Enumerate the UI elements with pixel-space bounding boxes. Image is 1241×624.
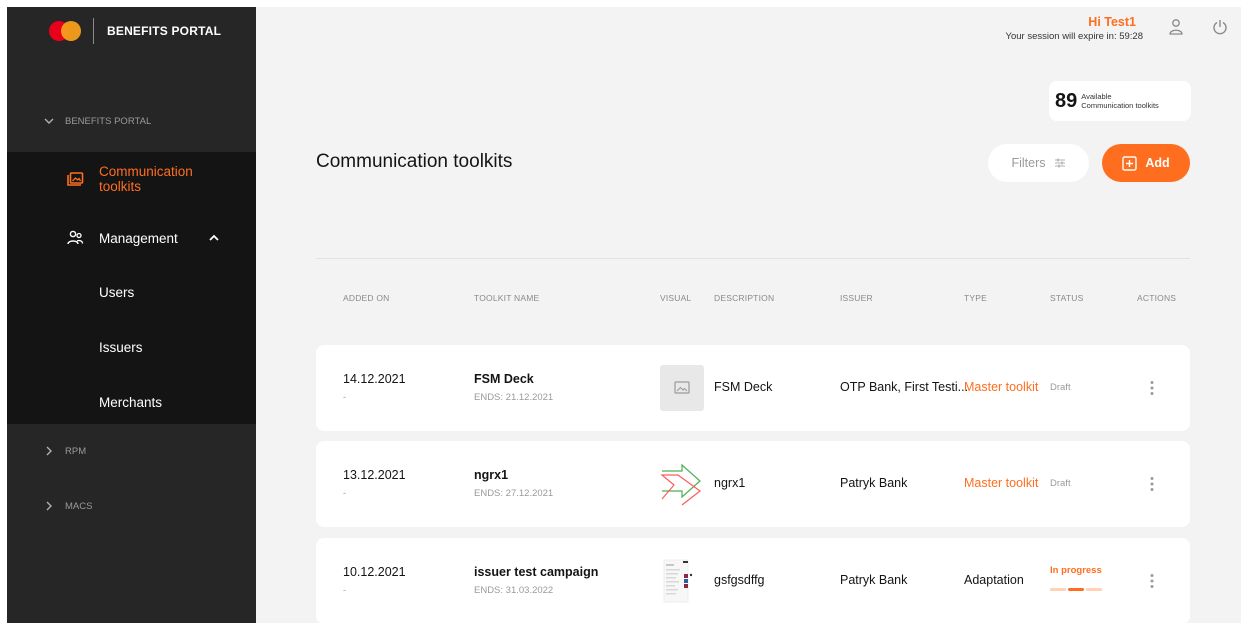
- filters-label: Filters: [1011, 156, 1046, 170]
- sliders-icon: [1054, 158, 1065, 168]
- row-issuer: Patryk Bank: [840, 476, 908, 490]
- row-ends-date: ENDS: 31.03.2022: [474, 585, 554, 596]
- row-ends-date: ENDS: 27.12.2021: [474, 488, 554, 499]
- row-added-on: 10.12.2021: [343, 565, 406, 579]
- status-progress-indicator: [1050, 588, 1104, 591]
- row-added-sub: -: [343, 392, 346, 402]
- row-issuer: Patryk Bank: [840, 573, 908, 587]
- section-macs-label: MACS: [65, 500, 93, 512]
- folder-image-icon: [67, 172, 84, 186]
- user-icon[interactable]: [1168, 18, 1184, 36]
- row-toolkit-name[interactable]: FSM Deck: [474, 372, 534, 386]
- status-badge: Draft: [1050, 478, 1071, 489]
- user-greeting: Hi Test1: [1088, 15, 1136, 29]
- power-icon[interactable]: [1212, 18, 1228, 36]
- available-label-line1: Available: [1081, 92, 1112, 101]
- sidebar: BENEFITS PORTAL BENEFITS PORTAL Communic…: [7, 7, 256, 623]
- available-label: Available Communication toolkits: [1081, 92, 1159, 110]
- row-type: Adaptation: [964, 573, 1024, 587]
- page-title: Communication toolkits: [316, 151, 513, 172]
- logo-divider: [93, 18, 94, 44]
- row-ends-date: ENDS: 21.12.2021: [474, 392, 554, 403]
- col-header-actions: ACTIONS: [1137, 293, 1177, 303]
- progress-step: [1086, 588, 1102, 591]
- col-header-description[interactable]: DESCRIPTION: [714, 293, 774, 303]
- arrow-graphic: [660, 463, 701, 506]
- benefits-portal-menu: Communication toolkits Management Users …: [7, 152, 256, 424]
- brand-title: BENEFITS PORTAL: [107, 24, 222, 38]
- status-badge: Draft: [1050, 382, 1071, 393]
- col-header-type[interactable]: TYPE: [964, 293, 987, 303]
- sidebar-item-merchants[interactable]: Merchants: [99, 395, 162, 410]
- more-vertical-icon[interactable]: [1149, 476, 1155, 492]
- filters-button[interactable]: Filters: [988, 144, 1089, 182]
- col-header-visual: VISUAL: [660, 293, 692, 303]
- row-toolkit-name[interactable]: ngrx1: [474, 468, 508, 482]
- plus-square-icon: [1122, 155, 1138, 171]
- sidebar-item-issuers[interactable]: Issuers: [99, 340, 143, 355]
- table-row[interactable]: 10.12.2021 - issuer test campaign ENDS: …: [316, 538, 1190, 624]
- row-description: FSM Deck: [714, 380, 773, 394]
- brand-header[interactable]: BENEFITS PORTAL: [7, 7, 256, 55]
- sidebar-item-management[interactable]: Management: [7, 228, 256, 248]
- more-vertical-icon[interactable]: [1149, 380, 1155, 396]
- available-label-line2: Communication toolkits: [1081, 101, 1159, 110]
- sidebar-item-users[interactable]: Users: [99, 285, 134, 300]
- progress-step: [1050, 588, 1066, 591]
- row-added-sub: -: [343, 585, 346, 595]
- row-type: Master toolkit: [964, 476, 1039, 490]
- image-placeholder-icon: [660, 365, 704, 411]
- col-header-added-on[interactable]: ADDED ON: [343, 293, 389, 303]
- add-label: Add: [1145, 156, 1170, 170]
- document-thumbnail: [663, 559, 693, 603]
- users-icon: [67, 230, 84, 245]
- mastercard-logo: [49, 21, 83, 41]
- row-description: gsfgsdffg: [714, 573, 765, 587]
- col-header-toolkit-name[interactable]: TOOLKIT NAME: [474, 293, 539, 303]
- chevron-right-icon: [46, 446, 52, 456]
- chevron-right-icon: [46, 501, 52, 511]
- section-benefits-portal[interactable]: BENEFITS PORTAL: [7, 111, 256, 131]
- section-macs[interactable]: MACS: [7, 496, 256, 516]
- sidebar-item-communication-toolkits[interactable]: Communication toolkits: [7, 164, 256, 194]
- available-toolkits-card: 89 Available Communication toolkits: [1049, 81, 1191, 121]
- row-description: ngrx1: [714, 476, 746, 490]
- row-type: Master toolkit: [964, 380, 1039, 394]
- sidebar-item-communication-toolkits-label: Communication toolkits: [99, 164, 193, 194]
- col-header-status[interactable]: STATUS: [1050, 293, 1083, 303]
- chevron-down-icon: [44, 118, 54, 124]
- row-added-on: 13.12.2021: [343, 468, 406, 482]
- row-added-on: 14.12.2021: [343, 372, 406, 386]
- add-button[interactable]: Add: [1102, 144, 1190, 182]
- row-toolkit-name[interactable]: issuer test campaign: [474, 565, 598, 579]
- status-badge: In progress: [1050, 565, 1102, 576]
- table-row[interactable]: 14.12.2021 - FSM Deck ENDS: 21.12.2021 F…: [316, 345, 1190, 431]
- row-issuer: OTP Bank, First Testi...: [840, 380, 969, 394]
- header-divider: [316, 258, 1190, 259]
- section-benefits-portal-label: BENEFITS PORTAL: [65, 115, 152, 127]
- available-count: 89: [1055, 89, 1078, 112]
- sidebar-item-management-label: Management: [99, 230, 178, 246]
- session-timer: Your session will expire in: 59:28: [1005, 31, 1143, 42]
- col-header-issuer[interactable]: ISSUER: [840, 293, 873, 303]
- chevron-up-icon: [209, 234, 219, 241]
- table-row[interactable]: 13.12.2021 - ngrx1 ENDS: 27.12.2021 ngrx…: [316, 441, 1190, 527]
- row-added-sub: -: [343, 488, 346, 498]
- more-vertical-icon[interactable]: [1149, 573, 1155, 589]
- section-rpm-label: RPM: [65, 445, 87, 457]
- section-rpm[interactable]: RPM: [7, 441, 256, 461]
- app-frame: BENEFITS PORTAL BENEFITS PORTAL Communic…: [0, 0, 1241, 624]
- progress-step: [1068, 588, 1084, 591]
